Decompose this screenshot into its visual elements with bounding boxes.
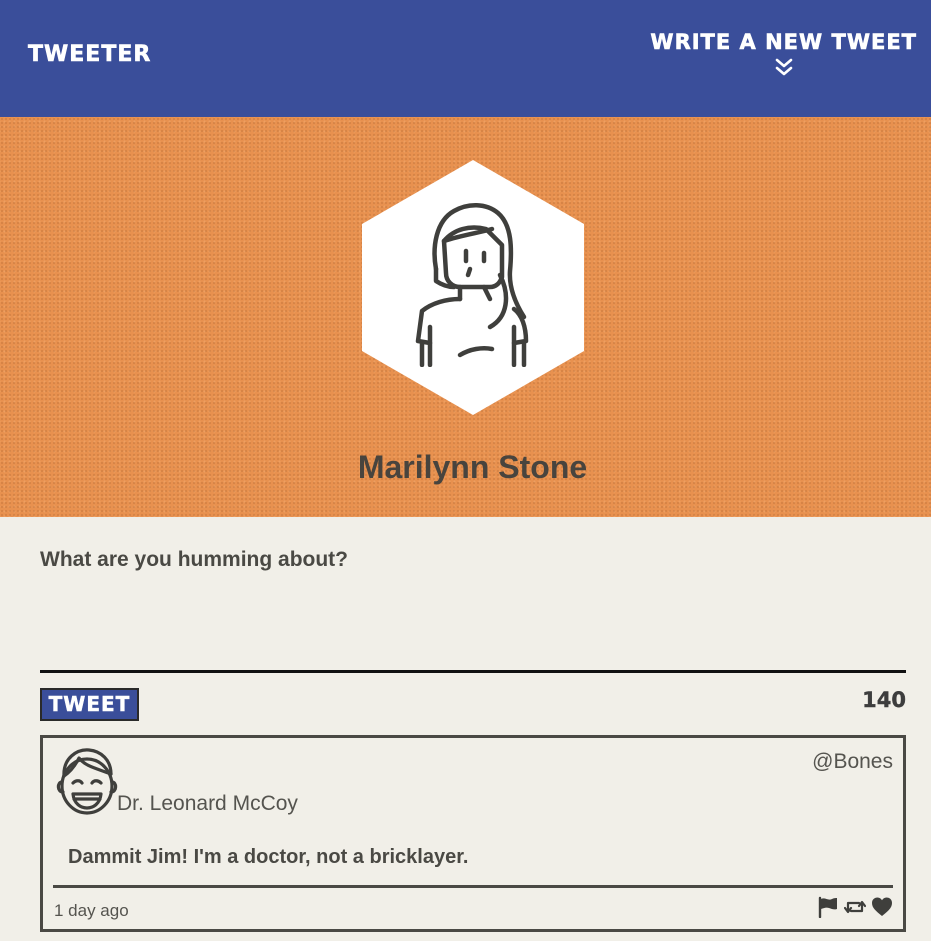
tweet-submit-button[interactable]: TWEET xyxy=(40,688,139,721)
profile-name: Marilynn Stone xyxy=(357,449,588,485)
user-avatar-icon xyxy=(415,203,529,367)
heart-icon[interactable] xyxy=(871,896,893,918)
retweet-icon[interactable] xyxy=(844,896,866,918)
tweet-text-input[interactable] xyxy=(40,580,906,670)
double-chevron-down-icon xyxy=(775,58,793,76)
author-avatar-icon xyxy=(56,748,118,815)
tweet-author-handle: @Bones xyxy=(812,750,893,773)
brand-logo[interactable]: TWEETER xyxy=(28,42,151,68)
tweet-card: Dr. Leonard McCoy @Bones Dammit Jim! I'm… xyxy=(40,735,906,932)
tweet-actions xyxy=(817,896,893,918)
tweet-timestamp: 1 day ago xyxy=(54,901,129,920)
flag-icon[interactable] xyxy=(817,896,839,918)
tweet-divider xyxy=(53,885,893,888)
profile-header: Marilynn Stone xyxy=(0,117,931,517)
write-new-tweet-button[interactable]: WRITE A NEW TWEET xyxy=(650,30,917,78)
character-counter: 140 xyxy=(862,688,906,712)
compose-divider xyxy=(40,670,906,673)
top-nav: TWEETER WRITE A NEW TWEET xyxy=(0,0,931,117)
tweet-author-name: Dr. Leonard McCoy xyxy=(117,792,298,815)
tweet-content: Dammit Jim! I'm a doctor, not a bricklay… xyxy=(68,846,469,868)
compose-prompt-label: What are you humming about? xyxy=(40,548,348,571)
write-new-tweet-label: WRITE A NEW TWEET xyxy=(650,30,917,55)
